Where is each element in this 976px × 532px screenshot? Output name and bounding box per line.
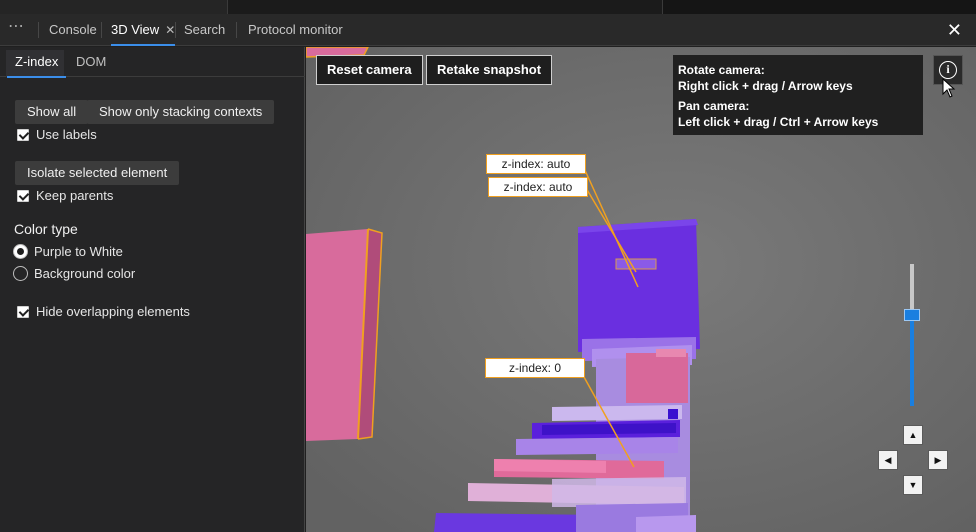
tab-label: Search [184,22,226,37]
radio-label: Background color [34,266,136,281]
pan-up-button[interactable]: ▲ [903,425,923,445]
z-index-label: z-index: auto [486,154,586,174]
layer-plane [542,423,676,435]
tab-search[interactable]: Search [184,14,225,46]
layer-plane [552,405,682,421]
subtab-z-index[interactable]: Z-index [6,47,67,78]
hide-overlapping-label: Hide overlapping elements [36,304,190,319]
radio-label: Purple to White [34,244,123,259]
radio-selected-icon[interactable] [13,244,28,259]
layer-plane [656,349,686,357]
use-labels-label: Use labels [36,127,97,142]
arrow-down-icon: ▼ [908,480,918,490]
hide-overlapping-elements-checkbox[interactable]: Hide overlapping elements [17,304,190,320]
close-panel-icon[interactable]: ✕ [947,19,962,41]
z-index-label: z-index: 0 [485,358,585,378]
z-index-label: z-index: auto [488,177,588,197]
arrow-right-icon: ▶ [934,455,942,465]
devtools-tab-bar: ⋯ Console 3D View ✕ Search Protocol monit… [0,14,976,46]
use-labels-checkbox[interactable]: Use labels [17,127,97,143]
radio-unselected-icon[interactable] [13,266,28,281]
layer-plane [626,353,688,403]
zoom-slider-fill[interactable] [910,315,914,406]
close-tab-icon[interactable]: ✕ [165,23,175,37]
zoom-slider-thumb[interactable] [904,309,920,321]
tab-separator [101,22,102,38]
tab-console[interactable]: Console [49,14,97,46]
color-type-heading: Color type [14,221,78,237]
checkbox-checked-icon[interactable] [17,129,29,141]
tab-3d-view[interactable]: 3D View ✕ [111,14,176,46]
checkbox-checked-icon[interactable] [17,306,29,318]
keep-parents-checkbox[interactable]: Keep parents [17,188,113,204]
tab-separator [175,22,176,38]
zoom-slider-track[interactable] [910,264,914,315]
pan-camera-title: Pan camera: [678,99,750,113]
layer-plane [552,477,686,507]
camera-help-panel: Rotate camera: Right click + drag / Arro… [673,55,923,135]
tab-label: 3D View [111,22,160,37]
reset-camera-button[interactable]: Reset camera [316,55,423,85]
sidebar-subtabs: Z-index DOM [0,47,305,78]
tab-protocol-monitor[interactable]: Protocol monitor [248,14,343,46]
tab-label: Protocol monitor [248,22,343,37]
isolate-selected-element-button[interactable]: Isolate selected element [15,161,180,185]
subtab-dom[interactable]: DOM [76,47,106,77]
3d-view-sidebar: Z-index DOM Show all Show only stacking … [0,47,305,532]
top-strip-panel-left [0,0,228,14]
layer-plane [668,409,678,419]
keep-parents-label: Keep parents [36,188,114,203]
arrow-up-icon: ▲ [908,430,918,440]
pan-left-button[interactable]: ◀ [878,450,898,470]
layer-plane [636,515,696,532]
layer-plane [615,258,657,270]
rotate-camera-keys: Right click + drag / Arrow keys [678,79,853,93]
radio-purple-to-white[interactable]: Purple to White [13,244,123,260]
arrow-left-icon: ◀ [884,455,892,465]
show-all-button[interactable]: Show all [15,100,89,124]
retake-snapshot-button[interactable]: Retake snapshot [426,55,553,85]
show-only-stacking-contexts-button[interactable]: Show only stacking contexts [87,100,275,124]
pan-right-button[interactable]: ▶ [928,450,948,470]
layer-plane [516,437,678,455]
tab-separator [236,22,237,38]
top-strip [0,0,976,14]
pan-camera-keys: Left click + drag / Ctrl + Arrow keys [678,115,879,129]
top-strip-panel-right [662,0,976,14]
zoom-slider[interactable] [904,264,920,406]
more-tabs-icon[interactable]: ⋯ [8,19,30,40]
info-icon: i [939,61,957,79]
layer-plane [578,219,700,352]
tab-label: Console [49,22,97,37]
mouse-cursor-icon [942,78,956,98]
radio-background-color[interactable]: Background color [13,266,135,282]
layer-plane [494,459,606,473]
checkbox-checked-icon[interactable] [17,190,29,202]
pan-down-button[interactable]: ▼ [903,475,923,495]
3d-view-canvas[interactable]: Reset camera Retake snapshot Rotate came… [306,47,976,532]
rotate-camera-title: Rotate camera: [678,63,765,77]
tab-separator [38,22,39,38]
